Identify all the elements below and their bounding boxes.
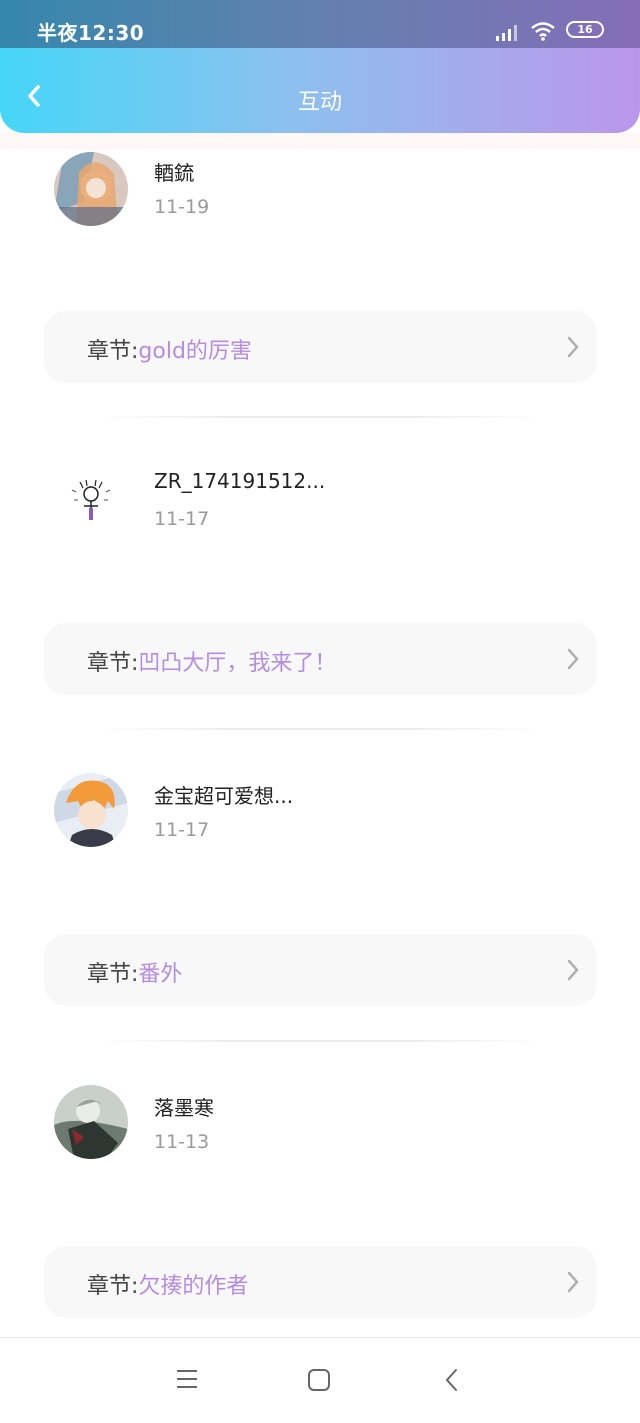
chevron-right-icon xyxy=(567,959,579,981)
chapter-title: 凹凸大厅，我来了！ xyxy=(138,651,337,676)
user-name: 金宝超可爱想... xyxy=(154,784,294,808)
divider xyxy=(100,1040,540,1042)
divider xyxy=(100,416,540,418)
chapter-title: 欠揍的作者 xyxy=(138,1274,249,1299)
user-name: 落墨寒 xyxy=(154,1096,214,1120)
avatar[interactable] xyxy=(54,1085,128,1159)
user-name: 輏鋶 xyxy=(154,161,194,185)
chapter-link[interactable]: 章节:gold的厉害 xyxy=(44,311,597,383)
avatar[interactable] xyxy=(54,773,128,847)
chevron-right-icon xyxy=(567,336,579,358)
list-item: 輏鋶 11-19 章节:gold的厉害 xyxy=(0,150,640,462)
status-bar: 半夜12:30 16 xyxy=(0,0,640,48)
battery-icon: 16 xyxy=(566,21,604,38)
menu-button[interactable] xyxy=(175,1368,203,1392)
divider xyxy=(100,728,540,730)
home-icon xyxy=(308,1369,330,1391)
chapter-title: gold的厉害 xyxy=(138,339,252,364)
back-nav-button[interactable] xyxy=(444,1368,472,1392)
comment-date: 11-19 xyxy=(154,196,210,218)
status-time: 半夜12:30 xyxy=(37,21,145,45)
list-item: 金宝超可爱想... 11-17 章节:番外 xyxy=(0,773,640,1085)
page-title: 互动 xyxy=(297,90,342,115)
chapter-link[interactable]: 章节:凹凸大厅，我来了！ xyxy=(44,623,597,695)
avatar[interactable] xyxy=(54,152,128,226)
chapter-prefix: 章节: xyxy=(87,962,139,987)
home-button[interactable] xyxy=(307,1368,335,1392)
list-item: ZR_174191512... 11-17 章节:凹凸大厅，我来了！ xyxy=(0,462,640,774)
chapter-link[interactable]: 章节:番外 xyxy=(44,934,597,1006)
chapter-link[interactable]: 章节:欠揍的作者 xyxy=(44,1246,597,1318)
chevron-right-icon xyxy=(567,1271,579,1293)
user-name: ZR_174191512... xyxy=(154,469,326,493)
chevron-right-icon xyxy=(567,648,579,670)
back-icon xyxy=(445,1369,457,1391)
avatar[interactable] xyxy=(54,464,128,538)
comment-date: 11-13 xyxy=(154,1131,210,1153)
header-shadow-band xyxy=(0,133,640,150)
menu-icon xyxy=(177,1370,197,1388)
comment-date: 11-17 xyxy=(154,819,210,841)
chapter-prefix: 章节: xyxy=(87,651,139,676)
app-header: 半夜12:30 16 互动 xyxy=(0,0,640,133)
system-nav-bar xyxy=(0,1337,640,1423)
wifi-icon xyxy=(531,22,555,41)
comment-date: 11-17 xyxy=(154,508,210,530)
chapter-prefix: 章节: xyxy=(87,339,139,364)
chapter-title: 番外 xyxy=(138,962,183,987)
signal-icon xyxy=(496,25,517,41)
chapter-prefix: 章节: xyxy=(87,1274,139,1299)
